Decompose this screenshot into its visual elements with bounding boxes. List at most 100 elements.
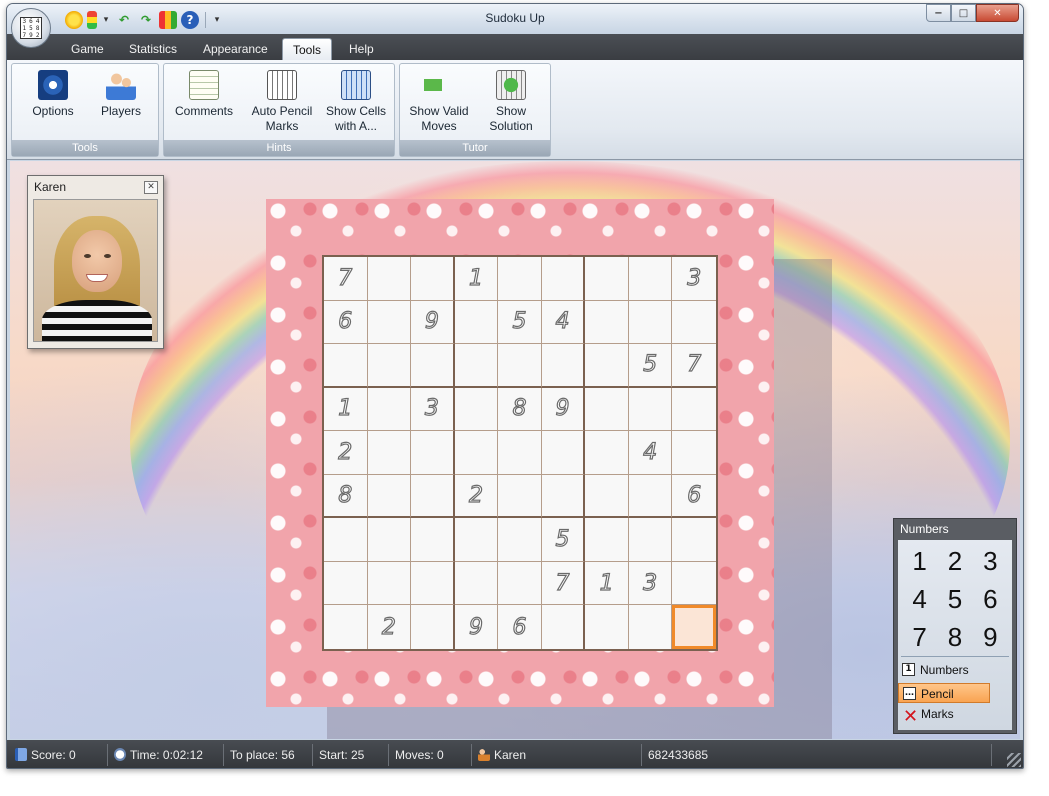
- sudoku-cell[interactable]: 9: [541, 387, 586, 432]
- sudoku-cell[interactable]: [585, 257, 629, 301]
- sudoku-cell[interactable]: [585, 387, 629, 432]
- sudoku-cell[interactable]: [628, 257, 673, 301]
- sudoku-cell[interactable]: [585, 431, 629, 475]
- sudoku-cell[interactable]: [628, 474, 673, 519]
- sudoku-cell[interactable]: [454, 518, 499, 562]
- show-cells-button[interactable]: Show Cells with A...: [320, 68, 392, 140]
- tab-statistics[interactable]: Statistics: [119, 38, 187, 60]
- sudoku-cell[interactable]: [672, 518, 716, 562]
- sudoku-cell[interactable]: 6: [498, 605, 542, 649]
- comments-button[interactable]: Comments: [169, 68, 239, 140]
- sudoku-cell[interactable]: [411, 605, 455, 649]
- numbers-mode-button[interactable]: 1 Numbers: [898, 660, 990, 680]
- number-key-5[interactable]: 5: [937, 582, 972, 616]
- sudoku-cell[interactable]: [628, 300, 673, 345]
- sudoku-cell[interactable]: 9: [411, 300, 455, 345]
- sudoku-cell[interactable]: 5: [628, 344, 673, 388]
- sudoku-cell[interactable]: 8: [324, 474, 368, 519]
- sudoku-cell[interactable]: [628, 387, 673, 432]
- sudoku-cell[interactable]: [541, 257, 586, 301]
- sudoku-cell[interactable]: 3: [411, 387, 455, 432]
- number-key-3[interactable]: 3: [973, 544, 1008, 578]
- sudoku-cell[interactable]: [585, 605, 629, 649]
- sudoku-cell[interactable]: [498, 518, 542, 562]
- sudoku-cell[interactable]: 2: [454, 474, 499, 519]
- close-button[interactable]: ✕: [976, 4, 1019, 22]
- sudoku-cell[interactable]: [454, 344, 499, 388]
- sudoku-cell[interactable]: [542, 605, 586, 649]
- sudoku-cell[interactable]: 5: [541, 518, 586, 562]
- sudoku-cell[interactable]: 7: [324, 257, 368, 301]
- sudoku-grid[interactable]: 7136954571389248265713296: [322, 255, 718, 651]
- close-player-card-button[interactable]: ✕: [144, 181, 158, 194]
- sudoku-cell[interactable]: 6: [324, 300, 368, 345]
- sudoku-cell[interactable]: 8: [498, 387, 542, 432]
- sudoku-cell[interactable]: [367, 300, 412, 345]
- sudoku-cell[interactable]: [367, 257, 412, 301]
- sudoku-cell[interactable]: 7: [541, 561, 586, 606]
- show-solution-button[interactable]: Show Solution: [476, 68, 546, 140]
- number-key-2[interactable]: 2: [937, 544, 972, 578]
- sudoku-cell[interactable]: [367, 431, 412, 475]
- sudoku-cell[interactable]: [672, 431, 716, 475]
- sudoku-cell[interactable]: 9: [455, 605, 499, 649]
- sudoku-cell[interactable]: [541, 474, 586, 519]
- number-key-7[interactable]: 7: [902, 620, 937, 654]
- sudoku-cell[interactable]: [629, 605, 673, 649]
- minimize-button[interactable]: −: [926, 4, 951, 22]
- sudoku-cell[interactable]: [411, 431, 455, 475]
- sudoku-cell[interactable]: [367, 518, 412, 562]
- sudoku-cell[interactable]: 1: [585, 561, 629, 606]
- sudoku-cell[interactable]: [411, 518, 455, 562]
- sudoku-cell[interactable]: 2: [368, 605, 412, 649]
- number-key-4[interactable]: 4: [902, 582, 937, 616]
- pencil-marks-mode-button[interactable]: … Pencil Marks: [898, 683, 990, 721]
- sudoku-cell[interactable]: 6: [672, 475, 716, 519]
- auto-pencil-marks-button[interactable]: Auto Pencil Marks: [244, 68, 320, 140]
- sudoku-cell[interactable]: [367, 344, 412, 388]
- players-button[interactable]: Players: [86, 68, 156, 140]
- sudoku-cell[interactable]: [672, 301, 716, 345]
- sudoku-cell[interactable]: [672, 388, 716, 432]
- sudoku-cell[interactable]: [672, 562, 716, 606]
- sudoku-cell[interactable]: [367, 474, 412, 519]
- sudoku-cell[interactable]: 4: [541, 300, 586, 345]
- sudoku-cell[interactable]: [411, 257, 455, 301]
- sudoku-cell[interactable]: 3: [628, 561, 673, 606]
- maximize-button[interactable]: □: [951, 4, 976, 22]
- options-button[interactable]: Options: [18, 68, 88, 140]
- resize-grip[interactable]: [1007, 753, 1021, 767]
- sudoku-cell[interactable]: [498, 257, 542, 301]
- sudoku-cell[interactable]: [585, 344, 629, 388]
- number-key-1[interactable]: 1: [902, 544, 937, 578]
- sudoku-cell[interactable]: [541, 431, 586, 475]
- sudoku-cell[interactable]: [628, 518, 673, 562]
- sudoku-cell[interactable]: [585, 518, 629, 562]
- tab-help[interactable]: Help: [339, 38, 384, 60]
- sudoku-cell[interactable]: [454, 387, 499, 432]
- sudoku-cell[interactable]: [498, 431, 542, 475]
- number-key-8[interactable]: 8: [937, 620, 972, 654]
- number-key-9[interactable]: 9: [973, 620, 1008, 654]
- sudoku-cell[interactable]: 1: [324, 387, 368, 432]
- clear-cell-button[interactable]: ✕: [903, 708, 918, 726]
- sudoku-cell[interactable]: [454, 561, 499, 606]
- sudoku-cell[interactable]: [324, 518, 368, 562]
- sudoku-cell[interactable]: [411, 474, 455, 519]
- selected-cell[interactable]: [672, 605, 716, 649]
- show-valid-moves-button[interactable]: Show Valid Moves: [404, 68, 474, 140]
- sudoku-cell[interactable]: [498, 344, 542, 388]
- sudoku-cell[interactable]: 1: [454, 257, 499, 301]
- sudoku-cell[interactable]: 2: [324, 431, 368, 475]
- sudoku-cell[interactable]: 3: [672, 257, 716, 301]
- sudoku-cell[interactable]: [454, 300, 499, 345]
- tab-appearance[interactable]: Appearance: [193, 38, 278, 60]
- tab-tools[interactable]: Tools: [282, 38, 333, 60]
- sudoku-cell[interactable]: [498, 561, 542, 606]
- sudoku-cell[interactable]: [454, 431, 499, 475]
- sudoku-cell[interactable]: [324, 605, 368, 649]
- player-card[interactable]: Karen ✕: [27, 175, 164, 349]
- sudoku-cell[interactable]: [411, 344, 455, 388]
- sudoku-cell[interactable]: [324, 561, 368, 606]
- sudoku-cell[interactable]: [411, 561, 455, 606]
